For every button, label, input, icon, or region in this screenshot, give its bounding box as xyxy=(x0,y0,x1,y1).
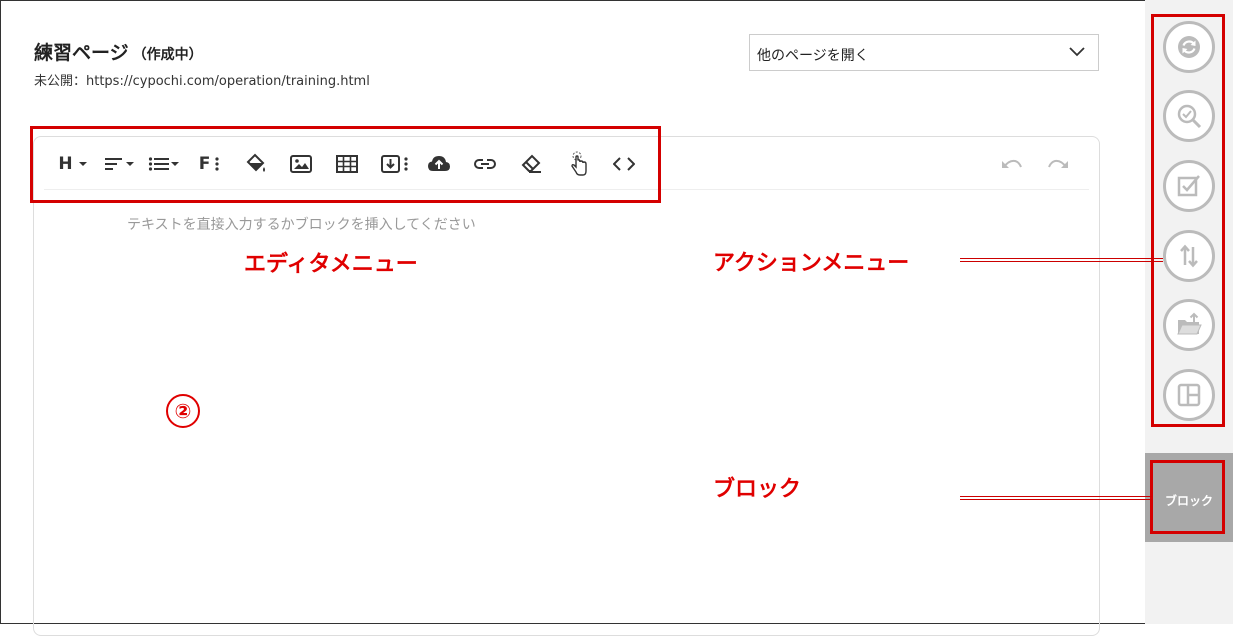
page-url: 未公開：https://cypochi.com/operation/traini… xyxy=(34,74,370,89)
editor-area[interactable] xyxy=(33,136,1100,636)
undo-button[interactable] xyxy=(999,151,1025,177)
editor-placeholder: テキストを直接入力するかブロックを挿入してください xyxy=(127,217,476,233)
action-menu-highlight xyxy=(1151,14,1225,427)
editor-menu-highlight xyxy=(30,126,661,203)
open-page-select[interactable]: 他のページを開く xyxy=(749,34,1099,71)
action-menu-pointer-line xyxy=(960,258,1163,262)
page-title: 練習ページ （作成中） xyxy=(34,38,203,65)
block-pointer-line xyxy=(960,496,1152,500)
step-number-badge: ② xyxy=(166,394,200,428)
redo-button[interactable] xyxy=(1045,151,1071,177)
editor-menu-annotation: エディタメニュー xyxy=(244,252,418,277)
redo-icon xyxy=(1048,159,1068,168)
block-highlight xyxy=(1150,460,1225,534)
page-status: （作成中） xyxy=(132,47,203,63)
undo-icon xyxy=(1002,159,1022,168)
page-title-text: 練習ページ xyxy=(34,42,129,64)
action-menu-annotation: アクションメニュー xyxy=(713,251,910,276)
open-page-select-label: 他のページを開く xyxy=(757,48,869,64)
chevron-down-icon xyxy=(1069,47,1085,57)
block-annotation: ブロック xyxy=(713,477,802,502)
